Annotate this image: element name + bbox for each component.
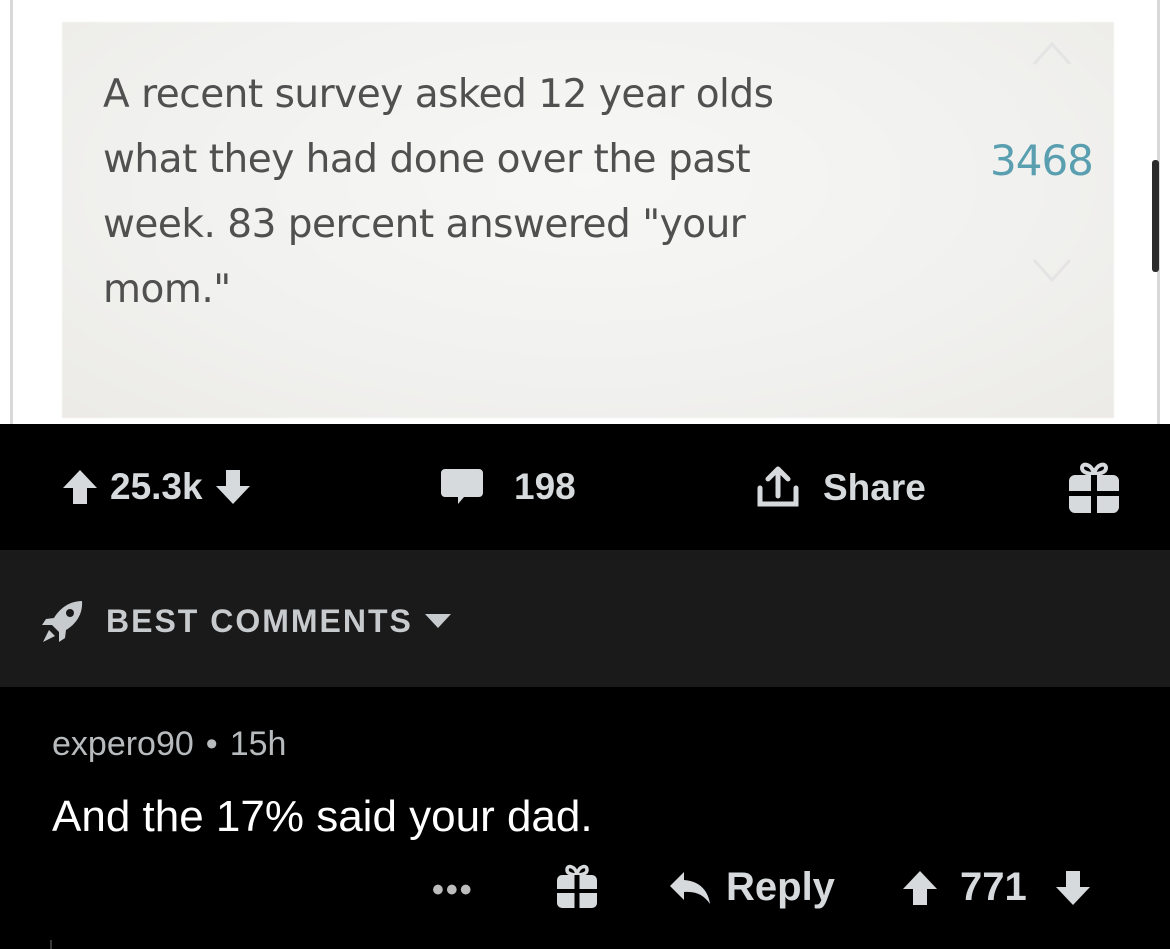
post-vote-group: 25.3k [60, 466, 253, 508]
share-button[interactable]: Share [755, 466, 926, 510]
post-image-line: week. 83 percent answered "your [103, 202, 746, 247]
post-score: 25.3k [110, 466, 203, 507]
comment-sort-bar: BEST COMMENTS [0, 550, 1170, 687]
comment-count: 198 [514, 466, 576, 507]
caret-down-icon [424, 614, 451, 628]
post-image-text: A recent survey asked 12 year olds what … [103, 62, 883, 322]
image-vote-count: 3468 [990, 136, 1094, 185]
award-button[interactable] [1064, 458, 1124, 523]
sort-dropdown[interactable]: BEST COMMENTS [40, 598, 453, 644]
comment-age: 15h [229, 725, 287, 763]
comment-meta: expero90 • 15h [52, 725, 286, 764]
comment-actions: ••• Reply 771 [0, 864, 1170, 925]
comment: expero90 • 15h And the 17% said your dad. … [0, 687, 1170, 949]
gift-icon [557, 864, 597, 908]
chevron-up-icon [1032, 41, 1072, 66]
meta-separator: • [205, 725, 218, 763]
comment-author[interactable]: expero90 [52, 725, 194, 763]
share-icon [757, 466, 799, 507]
downvote-arrow-icon[interactable] [213, 467, 253, 507]
rocket-icon [42, 601, 83, 642]
sort-label: BEST COMMENTS [106, 602, 413, 639]
reply-arrow-icon [670, 871, 710, 904]
comment-score: 771 [960, 865, 1027, 909]
share-label: Share [823, 467, 926, 508]
downvote-arrow-icon[interactable] [1053, 868, 1093, 908]
bottom-divider-mark [50, 940, 52, 949]
comment-bubble-icon [441, 469, 483, 504]
post-action-bar: 25.3k 198 Share [0, 424, 1170, 550]
chevron-down-icon [1032, 258, 1072, 283]
post-image-line: A recent survey asked 12 year olds [103, 72, 774, 117]
comment-vote-group: 771 [900, 865, 1093, 910]
comment-award-button[interactable] [554, 861, 600, 916]
upvote-arrow-icon[interactable] [60, 467, 100, 507]
more-options-button[interactable]: ••• [432, 871, 474, 910]
reply-label: Reply [726, 865, 835, 909]
reply-button[interactable]: Reply [668, 865, 835, 910]
comment-body: And the 17% said your dad. [52, 792, 593, 841]
scrollbar-thumb[interactable] [1152, 160, 1159, 272]
upvote-arrow-icon[interactable] [900, 868, 940, 908]
post-image-line: mom." [103, 267, 231, 312]
post-image[interactable]: A recent survey asked 12 year olds what … [0, 0, 1170, 424]
comments-button[interactable]: 198 [440, 466, 576, 508]
gift-icon [1069, 462, 1119, 513]
post-image-line: what they had done over the past [103, 137, 751, 182]
